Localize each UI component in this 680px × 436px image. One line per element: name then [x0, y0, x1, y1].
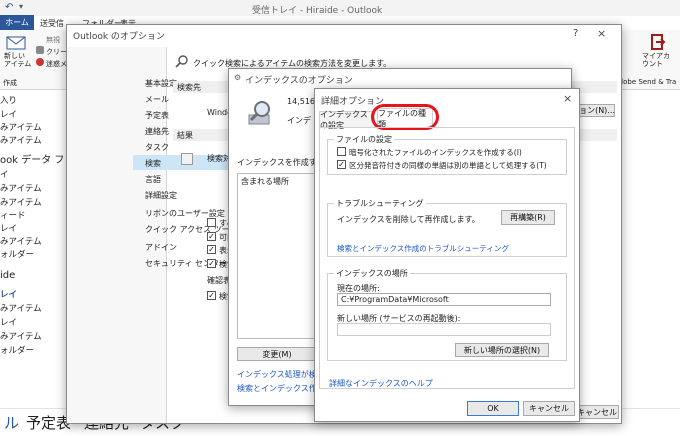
index-help-link[interactable]: 詳細なインデックスのヘルプ — [329, 378, 433, 389]
folder-item[interactable]: ォルダー — [0, 344, 34, 356]
current-location-field[interactable]: C:¥ProgramData¥Microsoft — [337, 293, 551, 306]
options-title: Outlook のオプション — [73, 32, 165, 42]
options-close-button[interactable]: × — [597, 27, 606, 40]
folder-item[interactable]: みアイテム — [0, 182, 42, 194]
options-sidebar-item[interactable]: アドイン — [133, 239, 233, 254]
search-icon — [175, 55, 188, 68]
options-sidebar-item[interactable]: メール — [133, 91, 233, 106]
indexing-title-icon: ⚙ — [234, 73, 242, 82]
folder-item[interactable]: レイ — [0, 222, 17, 234]
indexing-magnifier-icon — [248, 101, 270, 125]
quick-access-dropdown-icon[interactable]: ▾ — [19, 2, 23, 11]
account-icon — [651, 34, 666, 50]
advanced-title: 詳細オプション — [321, 97, 385, 107]
folder-item[interactable]: レイ — [0, 108, 17, 120]
indexing-title: インデックスのオプション — [245, 76, 353, 86]
folder-item[interactable]: 入り — [0, 94, 17, 106]
folder-item[interactable]: みアイテム — [0, 302, 42, 314]
junk-icon — [36, 58, 44, 66]
modify-button[interactable]: 変更(M) — [237, 347, 317, 361]
folder-item[interactable]: みアイテム — [0, 121, 42, 133]
cleanup-icon — [36, 46, 44, 54]
troubleshooting-title: トラブルシューティング — [334, 198, 426, 209]
bottom-nav-mail[interactable]: ル — [4, 412, 19, 433]
folder-item[interactable]: ide — [0, 270, 15, 281]
advanced-close-button[interactable]: × — [563, 92, 572, 105]
new-mail-icon — [6, 36, 26, 50]
options-sidebar-item[interactable]: タスク — [133, 139, 233, 154]
folder-item[interactable]: ィード — [0, 209, 26, 221]
options-cancel-button[interactable]: キャンセル — [575, 405, 619, 419]
options-sidebar-item[interactable]: 詳細設定 — [133, 187, 233, 202]
folder-item[interactable]: レイ — [0, 316, 17, 328]
bottom-nav-calendar[interactable]: 予定表 — [26, 412, 71, 433]
my-account-label: マイアカ ウント — [642, 52, 670, 68]
ribbon-small-3[interactable]: 迷惑メ — [46, 59, 67, 69]
included-locations-header: 含まれる場所 — [241, 177, 289, 186]
section-source-label: 検索先 — [177, 83, 201, 92]
encrypt-label: 暗号化されたファイルのインデックスを作成する(I) — [349, 148, 522, 157]
folder-item[interactable]: みアイテム — [0, 330, 42, 342]
checkbox-all[interactable] — [207, 218, 216, 227]
checkbox-search[interactable]: ✓ — [207, 259, 216, 268]
rebuild-button[interactable]: 再構築(R) — [501, 210, 555, 225]
folder-item[interactable]: レイ — [0, 288, 17, 300]
included-locations-list — [237, 173, 317, 339]
folder-item[interactable]: ォルダー — [0, 248, 34, 260]
adobe-send-label: Adobe Send & Tra — [614, 78, 677, 86]
rebuild-text: インデックスを削除して再作成します。 — [337, 215, 480, 224]
tab-send-receive[interactable]: 送受信 — [40, 18, 64, 29]
index-location-title: インデックスの場所 — [334, 268, 410, 279]
options-help-button[interactable]: ? — [573, 28, 578, 39]
create-group-label: 作成 — [3, 79, 17, 87]
file-settings-title: ファイルの設定 — [334, 134, 394, 145]
advanced-options-dialog: 詳細オプション × インデックスの設定 ファイルの種類 ファイルの設定 暗号化さ… — [314, 88, 580, 422]
options-sidebar-item[interactable]: クイック アクセス ツール バー — [133, 221, 256, 236]
folder-item[interactable]: みアイテム — [0, 134, 42, 146]
options-sidebar-item[interactable]: リボンのユーザー設定 — [133, 205, 233, 220]
new-location-field[interactable] — [337, 323, 551, 336]
checkbox-possible[interactable]: ✓ — [207, 232, 216, 241]
advanced-ok-button[interactable]: OK — [467, 401, 519, 416]
outlook-title: 受信トレイ - Hiraide - Outlook — [252, 6, 383, 16]
advanced-cancel-button[interactable]: キャンセル — [523, 401, 575, 416]
options-sidebar-item[interactable]: セキュリティ センター — [133, 255, 233, 270]
results-icon — [181, 153, 193, 165]
undo-icon[interactable]: ↶ — [5, 2, 13, 13]
checkbox-search-2[interactable]: ✓ — [207, 291, 216, 300]
new-item-label: 新しい アイテム — [4, 52, 32, 68]
options-sidebar-item[interactable]: 言語 — [133, 171, 233, 186]
my-account-button[interactable]: マイアカ ウント — [640, 34, 680, 78]
section-results-label: 結果 — [177, 131, 193, 140]
new-item-button[interactable]: 新しい アイテム — [2, 34, 32, 78]
select-new-location-button[interactable]: 新しい場所の選択(N) — [455, 343, 549, 357]
diacritic-checkbox[interactable]: ✓ — [337, 160, 346, 169]
indexing-status-prefix: インデ — [287, 116, 311, 125]
diacritic-label: 区分発音符付きの同様の単語は別の単語として処理する(T) — [349, 161, 547, 170]
checkbox-display[interactable]: ✓ — [207, 245, 216, 254]
ribbon-small-1[interactable]: 無視 — [46, 35, 60, 45]
encrypt-checkbox[interactable] — [337, 147, 346, 156]
indexed-count: 14,516 — [287, 97, 315, 106]
folder-item[interactable]: イ — [0, 168, 9, 180]
tab-home[interactable]: ホーム — [0, 15, 34, 30]
tab-index-settings[interactable]: インデックスの設定 — [319, 110, 375, 130]
folder-item[interactable]: みアイテム — [0, 235, 42, 247]
folder-item[interactable]: みアイテム — [0, 196, 42, 208]
reading-pane — [622, 92, 680, 408]
troubleshoot-link[interactable]: 検索とインデックス作成のトラブルシューティング — [337, 243, 509, 254]
